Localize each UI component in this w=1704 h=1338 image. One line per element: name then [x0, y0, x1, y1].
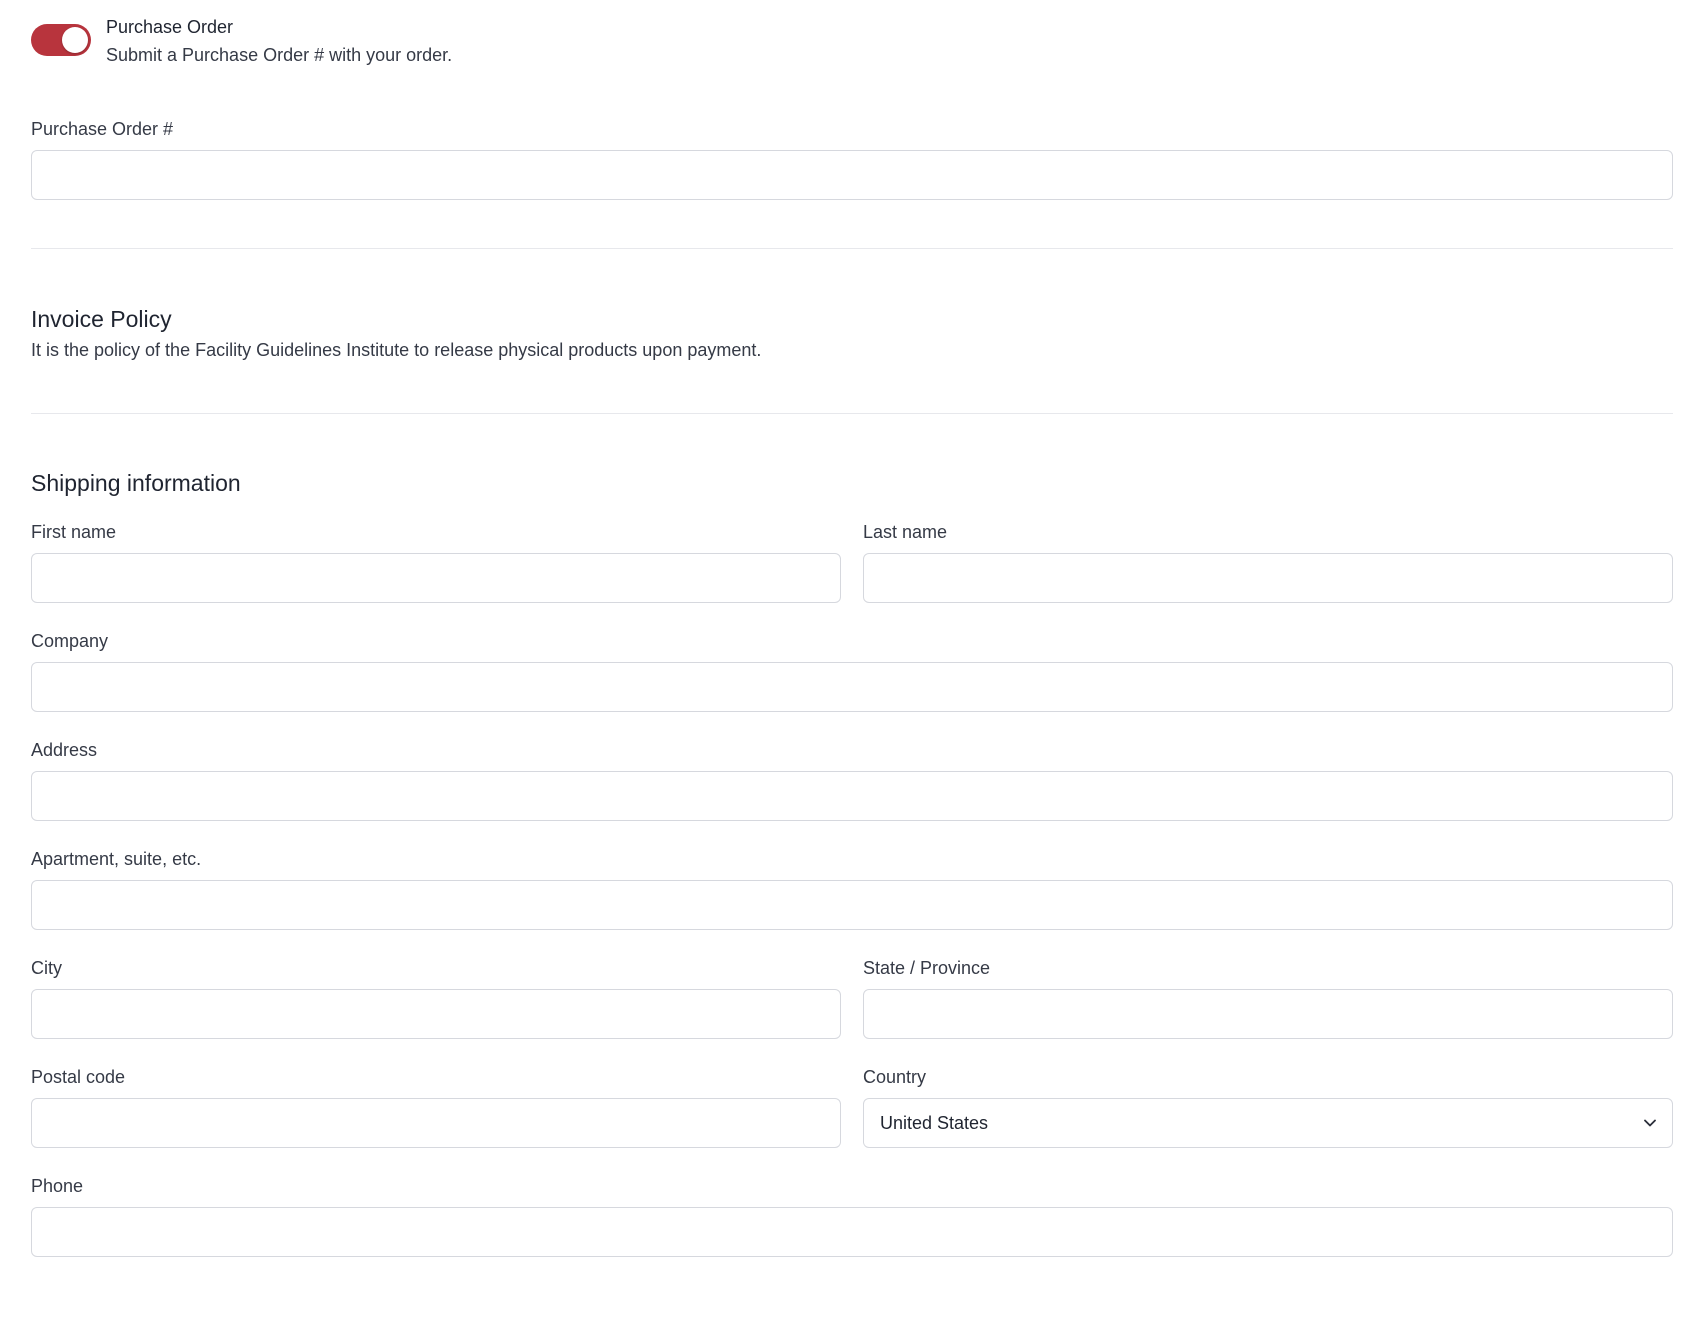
invoice-policy-title: Invoice Policy [31, 306, 172, 332]
divider [31, 413, 1673, 414]
purchase-order-toggle-row: Purchase Order Submit a Purchase Order #… [31, 0, 1673, 66]
last-name-label: Last name [863, 522, 948, 542]
apartment-label: Apartment, suite, etc. [31, 849, 202, 869]
country-label: Country [863, 1067, 927, 1087]
apartment-input[interactable] [31, 880, 1673, 930]
address-input[interactable] [31, 771, 1673, 821]
phone-input[interactable] [31, 1207, 1673, 1257]
company-field: Company [31, 630, 1673, 712]
city-field: City [31, 957, 841, 1039]
first-name-input[interactable] [31, 553, 841, 603]
phone-field: Phone [31, 1175, 1673, 1257]
state-input[interactable] [863, 989, 1673, 1039]
shipping-title: Shipping information [31, 470, 241, 496]
last-name-input[interactable] [863, 553, 1673, 603]
invoice-policy-text: It is the policy of the Facility Guideli… [31, 340, 762, 360]
city-input[interactable] [31, 989, 841, 1039]
phone-label: Phone [31, 1176, 84, 1196]
country-field: Country United States [863, 1066, 1673, 1148]
address-label: Address [31, 740, 98, 760]
last-name-field: Last name [863, 521, 1673, 603]
country-select[interactable]: United States [863, 1098, 1673, 1148]
toggle-knob [62, 27, 88, 53]
postal-code-field: Postal code [31, 1066, 841, 1148]
chevron-down-icon [1644, 1119, 1656, 1127]
invoice-policy-section: Invoice Policy It is the policy of the F… [31, 305, 1673, 361]
city-state-row: City State / Province [31, 957, 1673, 1039]
state-field: State / Province [863, 957, 1673, 1039]
purchase-order-toggle-title: Purchase Order [106, 17, 234, 37]
postal-code-label: Postal code [31, 1067, 126, 1087]
purchase-order-toggle[interactable] [31, 24, 91, 56]
company-label: Company [31, 631, 109, 651]
purchase-order-field: Purchase Order # [31, 118, 1673, 200]
city-label: City [31, 958, 62, 978]
divider [31, 248, 1673, 249]
purchase-order-input[interactable] [31, 150, 1673, 200]
purchase-order-toggle-description: Submit a Purchase Order # with your orde… [106, 45, 453, 65]
purchase-order-label: Purchase Order # [31, 119, 174, 139]
purchase-order-toggle-text: Purchase Order Submit a Purchase Order #… [106, 16, 452, 66]
postal-code-input[interactable] [31, 1098, 841, 1148]
postal-country-row: Postal code Country United States [31, 1066, 1673, 1148]
checkout-form: Purchase Order Submit a Purchase Order #… [0, 0, 1704, 1257]
first-name-label: First name [31, 522, 117, 542]
address-field: Address [31, 739, 1673, 821]
first-name-field: First name [31, 521, 841, 603]
apartment-field: Apartment, suite, etc. [31, 848, 1673, 930]
state-label: State / Province [863, 958, 991, 978]
company-input[interactable] [31, 662, 1673, 712]
shipping-section: Shipping information First name Last nam… [31, 469, 1673, 1257]
name-row: First name Last name [31, 521, 1673, 603]
country-selected-value: United States [880, 1113, 989, 1133]
